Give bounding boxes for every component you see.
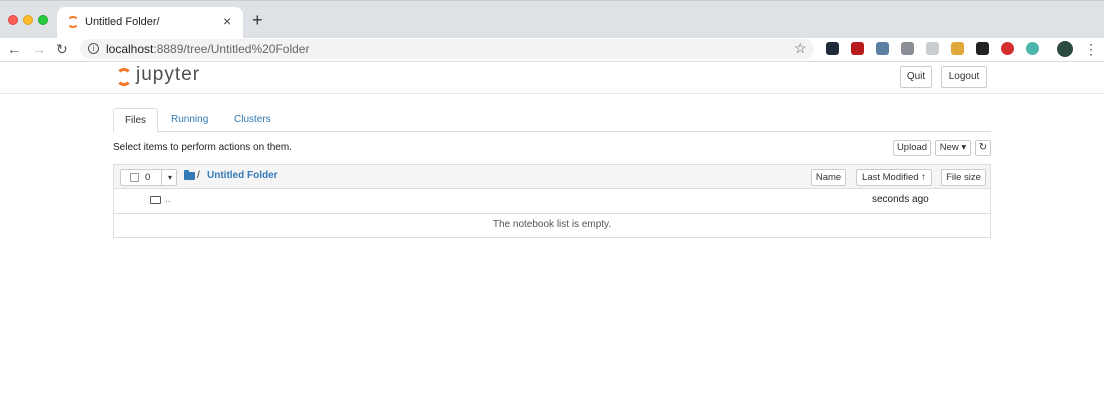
folder-icon[interactable] (184, 170, 195, 180)
react-devtools-icon[interactable] (826, 42, 839, 55)
forward-arrow-icon[interactable]: → (32, 40, 46, 58)
list-header: 0 ▾ / Untitled Folder Name Last Modified… (114, 165, 990, 189)
timer-icon[interactable] (926, 42, 939, 55)
shield-blue-icon[interactable] (876, 42, 889, 55)
bookmark-star-icon[interactable]: ☆ (794, 40, 807, 57)
tab-running[interactable]: Running (171, 108, 208, 132)
list-item[interactable]: .. seconds ago (114, 189, 990, 214)
quit-button[interactable]: Quit (900, 66, 932, 88)
back-arrow-icon[interactable]: ← (7, 40, 21, 58)
tab-title: Untitled Folder/ (85, 16, 160, 28)
reload-icon[interactable]: ↻ (56, 40, 68, 58)
breadcrumb-separator: / (197, 170, 200, 181)
browser-menu-icon[interactable]: ⋮ (1084, 40, 1098, 58)
sort-last-modified-button[interactable]: Last Modified ↑ (856, 169, 932, 186)
logout-button[interactable]: Logout (941, 66, 987, 88)
url-text: localhost:8889/tree/Untitled%20Folder (106, 42, 309, 56)
header-divider (0, 93, 1104, 94)
shield-gray-icon[interactable] (901, 42, 914, 55)
chevron-down-icon[interactable]: ▾ (161, 170, 178, 185)
refresh-icon[interactable]: ↻ (975, 140, 991, 156)
parent-directory-link[interactable]: .. (165, 194, 171, 205)
url-path: :8889/tree/Untitled%20Folder (153, 42, 310, 56)
minimize-window-button[interactable] (23, 15, 33, 25)
empty-list-message: The notebook list is empty. (492, 219, 612, 230)
notion-icon[interactable] (976, 42, 989, 55)
sort-name-button[interactable]: Name (811, 169, 846, 186)
tab-files[interactable]: Files (113, 108, 158, 133)
close-tab-icon[interactable]: × (223, 13, 231, 29)
globe-icon[interactable] (1026, 42, 1039, 55)
avatar-icon[interactable] (1057, 41, 1073, 57)
browser-tab-bar: Untitled Folder/ × + (0, 0, 1104, 39)
dashboard-tabs: Files Running Clusters (113, 108, 991, 133)
select-all-checkbox[interactable] (130, 173, 139, 182)
jupyter-favicon-icon (67, 16, 79, 28)
new-tab-button[interactable]: + (252, 10, 263, 30)
select-all-control[interactable]: 0 ▾ (120, 169, 177, 186)
breadcrumb-folder-link[interactable]: Untitled Folder (207, 170, 278, 181)
sort-file-size-button[interactable]: File size (941, 169, 986, 186)
selected-count: 0 (145, 172, 151, 183)
jupyter-logo-text: jupyter (136, 64, 201, 85)
browser-tab[interactable]: Untitled Folder/ × (57, 7, 243, 39)
pencil-icon[interactable] (951, 42, 964, 55)
url-host: localhost (106, 42, 154, 56)
upload-button[interactable]: Upload (893, 140, 931, 156)
jupyter-logo-icon (116, 68, 132, 86)
site-info-icon[interactable]: i (88, 43, 99, 54)
notebook-list: 0 ▾ / Untitled Folder Name Last Modified… (113, 164, 991, 238)
tab-clusters[interactable]: Clusters (234, 108, 271, 132)
close-window-button[interactable] (8, 15, 18, 25)
browser-toolbar: ← → ↻ i localhost:8889/tree/Untitled%20F… (0, 38, 1104, 62)
address-bar[interactable]: i localhost:8889/tree/Untitled%20Folder … (80, 39, 814, 59)
maximize-window-button[interactable] (38, 15, 48, 25)
adblock-icon[interactable] (1001, 42, 1014, 55)
select-hint-text: Select items to perform actions on them. (113, 142, 292, 153)
folder-outline-icon (150, 196, 161, 204)
modified-time: seconds ago (872, 194, 929, 205)
new-dropdown-button[interactable]: New ▾ (935, 140, 971, 156)
red-extension-icon[interactable] (851, 42, 864, 55)
